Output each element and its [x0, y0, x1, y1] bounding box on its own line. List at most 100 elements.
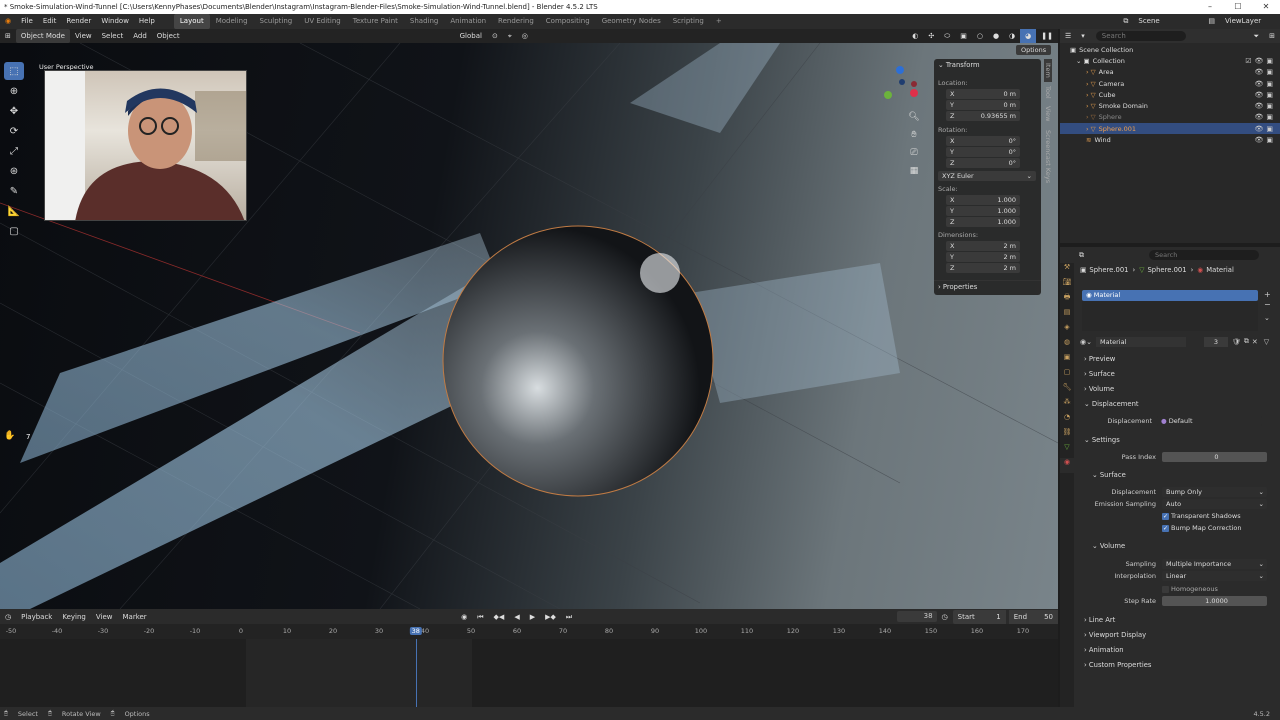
- material-name-field[interactable]: Material: [1095, 336, 1186, 347]
- modifier-props-icon[interactable]: 🔧︎: [1060, 383, 1074, 398]
- properties-search[interactable]: Search: [1149, 249, 1259, 260]
- pivot-icon[interactable]: ⊙: [487, 29, 503, 43]
- minimize-icon[interactable]: –: [1196, 0, 1224, 14]
- orientation-selector[interactable]: Global: [455, 29, 487, 43]
- tab-scripting[interactable]: Scripting: [667, 14, 710, 29]
- close-icon[interactable]: ✕: [1252, 0, 1280, 14]
- section-custom-properties[interactable]: › Custom Properties: [1084, 658, 1151, 673]
- output-props-icon[interactable]: 🖶︎: [1060, 293, 1074, 308]
- scene-props-icon[interactable]: ◈: [1060, 323, 1074, 338]
- visibility-icon[interactable]: 👁▣: [1254, 136, 1276, 144]
- rotation-x-field[interactable]: X 0°: [946, 136, 1020, 146]
- section-animation[interactable]: › Animation: [1084, 643, 1124, 658]
- browse-material-icon[interactable]: ◉⌄: [1080, 338, 1092, 346]
- outliner-item-smoke-domain[interactable]: › ▽ Smoke Domain 👁▣: [1060, 100, 1280, 111]
- preview-range-icon[interactable]: ◷: [937, 610, 953, 624]
- visibility-icon[interactable]: 👁▣: [1254, 125, 1276, 133]
- menu-file[interactable]: File: [16, 14, 38, 29]
- section-preview[interactable]: › Preview: [1084, 352, 1115, 367]
- add-slot-button[interactable]: +: [1264, 290, 1271, 299]
- menu-window[interactable]: Window: [96, 14, 134, 29]
- material-filter-icon[interactable]: ▽: [1264, 338, 1269, 346]
- shading-solid-icon[interactable]: ●: [988, 29, 1004, 43]
- transparent-shadows-checkbox[interactable]: ✓ Transparent Shadows: [1162, 512, 1241, 520]
- homogeneous-checkbox[interactable]: Homogeneous: [1162, 585, 1218, 593]
- scale-y-field[interactable]: Y 1.000: [946, 206, 1020, 216]
- rotation-y-field[interactable]: Y 0°: [946, 147, 1020, 157]
- outliner-item-sphere-001[interactable]: › ▽ Sphere.001 👁▣: [1060, 123, 1280, 135]
- transform-header[interactable]: ⌄ Transform: [934, 59, 1041, 72]
- annotate-icon[interactable]: ✎: [4, 182, 24, 200]
- tab-layout[interactable]: Layout: [173, 14, 210, 29]
- mode-selector[interactable]: Object Mode: [15, 29, 70, 43]
- material-slot-list[interactable]: [1082, 301, 1258, 331]
- menu-help[interactable]: Help: [134, 14, 160, 29]
- display-mode-icon[interactable]: ▾: [1076, 29, 1090, 43]
- prev-key-icon[interactable]: ◆◀: [489, 610, 510, 624]
- menu-marker[interactable]: Marker: [117, 610, 151, 624]
- tab-compositing[interactable]: Compositing: [540, 14, 596, 29]
- start-frame-field[interactable]: 1: [979, 609, 1006, 624]
- menu-add[interactable]: Add: [128, 29, 152, 43]
- tab-item[interactable]: Item: [1044, 59, 1052, 82]
- properties-type-icon[interactable]: ⧉: [1074, 248, 1089, 262]
- tab-uv-editing[interactable]: UV Editing: [298, 14, 347, 29]
- select-box-icon[interactable]: ⬚: [4, 62, 24, 80]
- new-collection-icon[interactable]: ⊞: [1264, 29, 1280, 43]
- filter-icon[interactable]: ⏷: [1249, 29, 1265, 43]
- add-workspace-icon[interactable]: +: [710, 14, 728, 29]
- displacement-value[interactable]: ● Default: [1157, 416, 1262, 426]
- play-reverse-icon[interactable]: ◀: [509, 610, 524, 624]
- properties-header[interactable]: › Properties: [934, 280, 1041, 292]
- visibility-icon[interactable]: 👁▣: [1254, 68, 1276, 76]
- menu-keying[interactable]: Keying: [57, 610, 91, 624]
- add-cube-icon[interactable]: ▢: [4, 222, 24, 240]
- section-displacement[interactable]: ⌄ Displacement: [1084, 397, 1139, 412]
- cursor-icon[interactable]: ⊕: [4, 82, 24, 100]
- outliner-item-cube[interactable]: › ▽ Cube 👁▣: [1060, 89, 1280, 100]
- end-frame-field[interactable]: 50: [1032, 609, 1058, 624]
- location-x-field[interactable]: X0 m: [946, 89, 1020, 99]
- section-line-art[interactable]: › Line Art: [1084, 613, 1115, 628]
- scene-collection-row[interactable]: ▣ Scene Collection: [1060, 44, 1280, 55]
- scale-x-field[interactable]: X 1.000: [946, 195, 1020, 205]
- outliner-type-icon[interactable]: ☰: [1060, 29, 1076, 43]
- menu-render[interactable]: Render: [61, 14, 96, 29]
- duplicate-material-icon[interactable]: ⧉: [1244, 337, 1249, 346]
- move-icon[interactable]: ✥: [4, 102, 24, 120]
- rotation-mode-select[interactable]: XYZ Euler ⌄: [938, 171, 1036, 181]
- play-icon[interactable]: ▶: [525, 610, 540, 624]
- tab-screencast-keys[interactable]: Screencast Keys: [1044, 126, 1052, 187]
- render-props-icon[interactable]: 📷︎: [1060, 278, 1074, 293]
- section-volume[interactable]: › Volume: [1084, 382, 1114, 397]
- overlay-icon[interactable]: ⬭: [939, 29, 955, 43]
- tab-sculpting[interactable]: Sculpting: [254, 14, 299, 29]
- visibility-icon[interactable]: 👁▣: [1254, 80, 1276, 88]
- tab-shading[interactable]: Shading: [404, 14, 444, 29]
- timeline-type-icon[interactable]: ◷: [0, 610, 16, 624]
- outliner-item-camera[interactable]: › ▽ Camera 👁▣: [1060, 78, 1280, 89]
- editor-type-icon[interactable]: ⊞: [0, 29, 16, 43]
- xray-icon[interactable]: ▣: [955, 29, 972, 43]
- subsection-surface[interactable]: ⌄ Surface: [1092, 468, 1126, 483]
- material-users-count[interactable]: 3: [1203, 336, 1228, 347]
- menu-select[interactable]: Select: [97, 29, 129, 43]
- tab-tool[interactable]: Tool: [1044, 82, 1052, 103]
- step-rate-field[interactable]: 1.0000: [1162, 596, 1267, 606]
- options-button[interactable]: Options: [1016, 45, 1052, 55]
- menu-view[interactable]: View: [70, 29, 97, 43]
- remove-slot-button[interactable]: −: [1264, 300, 1271, 309]
- camera-view-icon[interactable]: ⎚: [907, 148, 921, 162]
- pass-index-field[interactable]: 0: [1162, 452, 1267, 462]
- location-z-field[interactable]: Z 0.93655 m: [946, 111, 1020, 121]
- visibility-icon[interactable]: 👁▣: [1254, 91, 1276, 99]
- slot-specials-icon[interactable]: ⌄: [1264, 314, 1270, 322]
- menu-timeline-view[interactable]: View: [91, 610, 118, 624]
- rotate-icon[interactable]: ⟳: [4, 122, 24, 140]
- timeline-ruler[interactable]: -50 -40 -30 -20 -10 0 10 20 30 40 50 60 70 80 90 100 110…: [0, 625, 1058, 639]
- visibility-icon[interactable]: 👁▣: [1254, 113, 1276, 121]
- measure-icon[interactable]: 📐: [4, 202, 24, 220]
- view-layer-props-icon[interactable]: ▤: [1060, 308, 1074, 323]
- outliner-item-wind[interactable]: ≋ Wind 👁▣: [1060, 134, 1280, 145]
- bump-map-checkbox[interactable]: ✓ Bump Map Correction: [1162, 524, 1242, 532]
